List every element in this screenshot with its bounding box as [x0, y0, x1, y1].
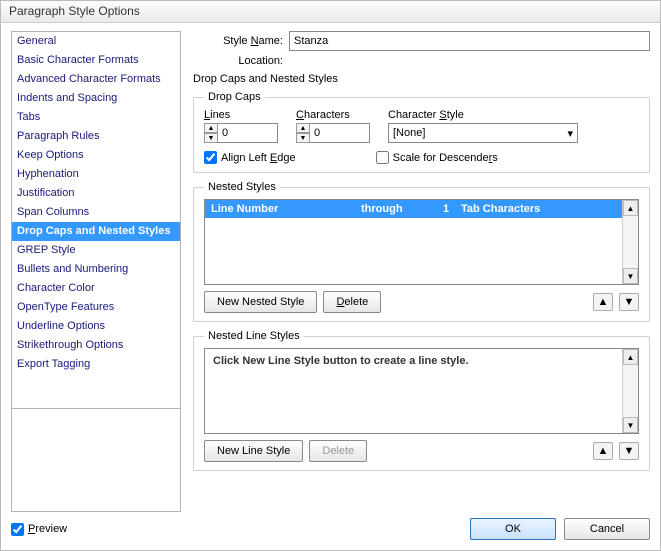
new-line-style-button[interactable]: New Line Style: [204, 440, 303, 462]
nested-line-styles-hint: Click New Line Style button to create a …: [205, 349, 622, 373]
ns-col-delim: Tab Characters: [461, 203, 616, 215]
sidebar-item[interactable]: Keep Options: [12, 146, 180, 165]
delete-line-style-button: Delete: [309, 440, 367, 462]
content-area: GeneralBasic Character FormatsAdvanced C…: [1, 23, 660, 512]
move-up-button[interactable]: ▲: [593, 293, 613, 311]
new-nested-style-button[interactable]: New Nested Style: [204, 291, 317, 313]
nested-styles-list[interactable]: Line Number through 1 Tab Characters ▲ ▼: [204, 199, 639, 285]
move-up-button[interactable]: ▲: [593, 442, 613, 460]
sidebar-item[interactable]: Hyphenation: [12, 165, 180, 184]
align-left-edge-checkbox[interactable]: Align Left Edge: [204, 151, 296, 164]
sidebar-item[interactable]: General: [12, 32, 180, 51]
dialog-window: Paragraph Style Options GeneralBasic Cha…: [0, 0, 661, 551]
sidebar-item[interactable]: Drop Caps and Nested Styles: [12, 222, 180, 241]
preview-area: [11, 409, 181, 512]
ns-col-count: 1: [431, 203, 461, 215]
move-down-button[interactable]: ▼: [619, 442, 639, 460]
drop-caps-legend: Drop Caps: [204, 91, 265, 103]
chars-step-down[interactable]: ▼: [296, 133, 310, 143]
dialog-footer: Preview OK Cancel: [1, 512, 660, 550]
chars-step-up[interactable]: ▲: [296, 123, 310, 133]
character-style-label: Character Style: [388, 109, 639, 121]
scroll-down-icon[interactable]: ▼: [623, 417, 638, 433]
nested-line-styles-group: Nested Line Styles Click New Line Style …: [193, 330, 650, 471]
sidebar-item[interactable]: Underline Options: [12, 317, 180, 336]
nested-styles-group: Nested Styles Line Number through 1 Tab …: [193, 181, 650, 322]
move-down-button[interactable]: ▼: [619, 293, 639, 311]
ns-col-style: Line Number: [211, 203, 361, 215]
nested-line-styles-legend: Nested Line Styles: [204, 330, 304, 342]
window-title: Paragraph Style Options: [9, 4, 140, 18]
characters-input[interactable]: [310, 123, 370, 143]
sidebar-item[interactable]: OpenType Features: [12, 298, 180, 317]
character-style-value: [None]: [393, 127, 425, 139]
line-styles-scrollbar[interactable]: ▲ ▼: [622, 349, 638, 433]
scale-descenders-checkbox[interactable]: Scale for Descenders: [376, 151, 498, 164]
nested-line-styles-list[interactable]: Click New Line Style button to create a …: [204, 348, 639, 434]
preview-input[interactable]: [11, 523, 24, 536]
scroll-up-icon[interactable]: ▲: [623, 200, 638, 216]
drop-caps-group: Drop Caps Lines ▲ ▼ Characters: [193, 91, 650, 173]
sidebar-item[interactable]: Basic Character Formats: [12, 51, 180, 70]
sidebar-item[interactable]: Span Columns: [12, 203, 180, 222]
cancel-button[interactable]: Cancel: [564, 518, 650, 540]
location-label: Location:: [193, 55, 289, 67]
preview-label: Preview: [28, 523, 67, 535]
sidebar-item[interactable]: Paragraph Rules: [12, 127, 180, 146]
preview-checkbox[interactable]: Preview: [11, 523, 67, 536]
category-list[interactable]: GeneralBasic Character FormatsAdvanced C…: [11, 31, 181, 409]
sidebar-item[interactable]: Character Color: [12, 279, 180, 298]
style-name-input[interactable]: [289, 31, 650, 51]
chevron-down-icon: ▾: [567, 127, 573, 140]
scroll-down-icon[interactable]: ▼: [623, 268, 638, 284]
scroll-up-icon[interactable]: ▲: [623, 349, 638, 365]
nested-style-row[interactable]: Line Number through 1 Tab Characters: [205, 200, 622, 218]
align-left-edge-label: Align Left Edge: [221, 152, 296, 164]
sidebar-item[interactable]: Export Tagging: [12, 355, 180, 374]
delete-nested-style-button[interactable]: Delete: [323, 291, 381, 313]
sidebar-item[interactable]: Indents and Spacing: [12, 89, 180, 108]
align-left-edge-input[interactable]: [204, 151, 217, 164]
lines-step-down[interactable]: ▼: [204, 133, 218, 143]
lines-label: Lines: [204, 109, 278, 121]
characters-label: Characters: [296, 109, 370, 121]
lines-step-up[interactable]: ▲: [204, 123, 218, 133]
sidebar-item[interactable]: Strikethrough Options: [12, 336, 180, 355]
panel-title: Drop Caps and Nested Styles: [193, 73, 650, 85]
sidebar: GeneralBasic Character FormatsAdvanced C…: [11, 31, 181, 512]
main-panel: Style Name: Location: Drop Caps and Nest…: [193, 31, 650, 512]
sidebar-item[interactable]: GREP Style: [12, 241, 180, 260]
lines-input[interactable]: [218, 123, 278, 143]
sidebar-item[interactable]: Justification: [12, 184, 180, 203]
ok-button[interactable]: OK: [470, 518, 556, 540]
sidebar-item[interactable]: Advanced Character Formats: [12, 70, 180, 89]
title-bar: Paragraph Style Options: [1, 1, 660, 23]
sidebar-item[interactable]: Bullets and Numbering: [12, 260, 180, 279]
ns-col-through: through: [361, 203, 431, 215]
scale-descenders-label: Scale for Descenders: [393, 152, 498, 164]
sidebar-item[interactable]: Tabs: [12, 108, 180, 127]
scale-descenders-input[interactable]: [376, 151, 389, 164]
style-name-label: Style Name:: [193, 35, 289, 47]
nested-styles-legend: Nested Styles: [204, 181, 280, 193]
character-style-dropdown[interactable]: [None] ▾: [388, 123, 578, 143]
nested-styles-scrollbar[interactable]: ▲ ▼: [622, 200, 638, 284]
